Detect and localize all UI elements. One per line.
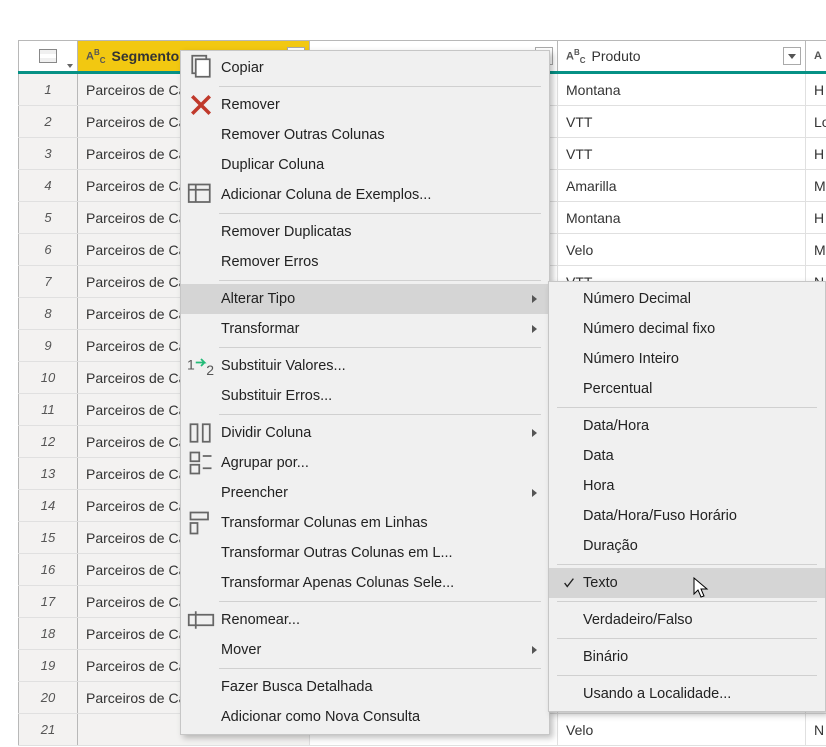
cell-produto[interactable]: Velo <box>558 234 806 265</box>
type-binary[interactable]: Binário <box>549 642 825 672</box>
row-number[interactable]: 12 <box>18 426 78 457</box>
row-number[interactable]: 18 <box>18 618 78 649</box>
cell-produto[interactable]: Velo <box>558 714 806 745</box>
row-number[interactable]: 3 <box>18 138 78 169</box>
type-fixed-decimal[interactable]: Número decimal fixo <box>549 314 825 344</box>
type-text[interactable]: Texto <box>549 568 825 598</box>
row-number[interactable]: 20 <box>18 682 78 713</box>
split-icon <box>187 419 215 447</box>
filter-button[interactable] <box>783 47 801 65</box>
column-label: Produto <box>592 48 641 64</box>
cell-extra[interactable]: M <box>806 170 826 201</box>
cell-produto[interactable]: VTT <box>558 106 806 137</box>
row-number[interactable]: 21 <box>18 714 78 745</box>
cell-produto[interactable]: Montana <box>558 74 806 105</box>
menu-unpivot[interactable]: Transformar Colunas em Linhas <box>181 508 549 538</box>
menu-add-from-examples[interactable]: Adicionar Coluna de Exemplos... <box>181 180 549 210</box>
cell-produto[interactable]: Montana <box>558 202 806 233</box>
cell-extra[interactable]: H <box>806 138 826 169</box>
menu-rename[interactable]: Renomear... <box>181 605 549 635</box>
row-number[interactable]: 14 <box>18 490 78 521</box>
row-number[interactable]: 6 <box>18 234 78 265</box>
column-header-extra[interactable]: A <box>806 41 826 71</box>
menu-copy[interactable]: Copiar <box>181 53 549 83</box>
menu-add-as-query[interactable]: Adicionar como Nova Consulta <box>181 702 549 732</box>
menu-transform[interactable]: Transformar <box>181 314 549 344</box>
menu-replace-values[interactable]: 12 Substituir Valores... <box>181 351 549 381</box>
row-number[interactable]: 17 <box>18 586 78 617</box>
unpivot-icon <box>187 509 215 537</box>
cell-extra[interactable]: M <box>806 234 826 265</box>
column-label: Segmento <box>112 48 180 64</box>
cell-extra[interactable]: N <box>806 714 826 745</box>
menu-change-type[interactable]: Alterar Tipo <box>181 284 549 314</box>
row-number[interactable]: 16 <box>18 554 78 585</box>
row-number[interactable]: 15 <box>18 522 78 553</box>
table-icon <box>39 49 57 63</box>
row-number[interactable]: 8 <box>18 298 78 329</box>
row-number[interactable]: 5 <box>18 202 78 233</box>
type-datetime[interactable]: Data/Hora <box>549 411 825 441</box>
row-number[interactable]: 13 <box>18 458 78 489</box>
type-boolean[interactable]: Verdadeiro/Falso <box>549 605 825 635</box>
column-header-produto[interactable]: ABC Produto <box>558 41 806 71</box>
type-percentage[interactable]: Percentual <box>549 374 825 404</box>
cell-produto[interactable]: Amarilla <box>558 170 806 201</box>
menu-duplicate[interactable]: Duplicar Coluna <box>181 150 549 180</box>
cell-produto[interactable]: VTT <box>558 138 806 169</box>
replace-icon: 12 <box>187 352 215 380</box>
menu-move[interactable]: Mover <box>181 635 549 665</box>
menu-fill[interactable]: Preencher <box>181 478 549 508</box>
submenu-arrow-icon <box>532 295 537 303</box>
row-number[interactable]: 10 <box>18 362 78 393</box>
menu-remove-duplicates[interactable]: Remover Duplicatas <box>181 217 549 247</box>
group-icon <box>187 449 215 477</box>
delete-icon <box>187 91 215 119</box>
rename-icon <box>187 606 215 634</box>
svg-text:2: 2 <box>206 362 214 378</box>
type-text-icon: A <box>814 50 822 62</box>
check-icon <box>555 576 583 590</box>
menu-replace-errors[interactable]: Substituir Erros... <box>181 381 549 411</box>
menu-group-by[interactable]: Agrupar por... <box>181 448 549 478</box>
type-text-icon: ABC <box>86 48 106 65</box>
row-number[interactable]: 11 <box>18 394 78 425</box>
menu-split-column[interactable]: Dividir Coluna <box>181 418 549 448</box>
cell-extra[interactable]: Lo <box>806 106 826 137</box>
menu-remove[interactable]: Remover <box>181 90 549 120</box>
context-menu: Copiar Remover Remover Outras Colunas Du… <box>180 50 550 735</box>
row-number[interactable]: 1 <box>18 74 78 105</box>
copy-icon <box>187 54 215 82</box>
svg-text:1: 1 <box>187 357 195 373</box>
type-duration[interactable]: Duração <box>549 531 825 561</box>
row-number[interactable]: 9 <box>18 330 78 361</box>
submenu-arrow-icon <box>532 429 537 437</box>
menu-remove-others[interactable]: Remover Outras Colunas <box>181 120 549 150</box>
type-text-icon: ABC <box>566 48 586 65</box>
table-add-icon <box>187 181 215 209</box>
submenu-arrow-icon <box>532 646 537 654</box>
type-date[interactable]: Data <box>549 441 825 471</box>
row-number[interactable]: 4 <box>18 170 78 201</box>
menu-unpivot-selected[interactable]: Transformar Apenas Colunas Sele... <box>181 568 549 598</box>
cell-extra[interactable]: H <box>806 202 826 233</box>
row-number[interactable]: 19 <box>18 650 78 681</box>
type-using-locale[interactable]: Usando a Localidade... <box>549 679 825 709</box>
submenu-arrow-icon <box>532 325 537 333</box>
menu-drill-down[interactable]: Fazer Busca Detalhada <box>181 672 549 702</box>
submenu-arrow-icon <box>532 489 537 497</box>
menu-remove-errors[interactable]: Remover Erros <box>181 247 549 277</box>
row-number[interactable]: 7 <box>18 266 78 297</box>
select-all-corner[interactable] <box>18 41 78 71</box>
menu-unpivot-others[interactable]: Transformar Outras Colunas em L... <box>181 538 549 568</box>
chevron-down-icon <box>67 64 73 68</box>
row-number[interactable]: 2 <box>18 106 78 137</box>
type-decimal[interactable]: Número Decimal <box>549 284 825 314</box>
type-integer[interactable]: Número Inteiro <box>549 344 825 374</box>
cell-extra[interactable]: H <box>806 74 826 105</box>
type-time[interactable]: Hora <box>549 471 825 501</box>
change-type-submenu: Número Decimal Número decimal fixo Númer… <box>548 281 826 712</box>
type-datetime-tz[interactable]: Data/Hora/Fuso Horário <box>549 501 825 531</box>
